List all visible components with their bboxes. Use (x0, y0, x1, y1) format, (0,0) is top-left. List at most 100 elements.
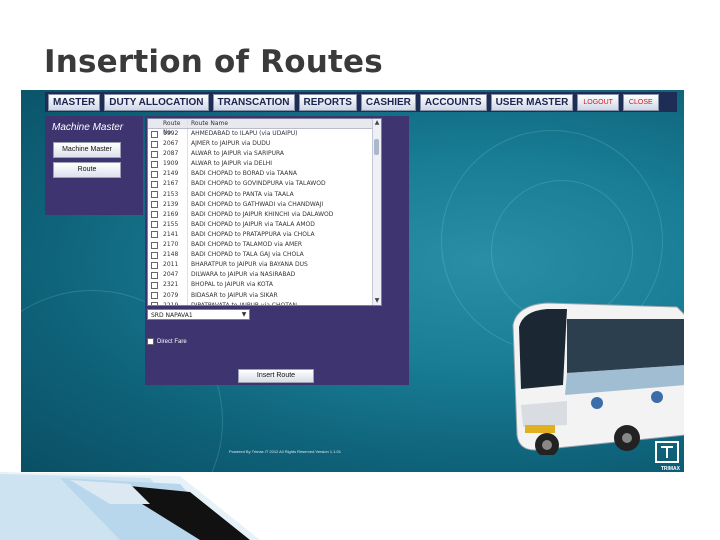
row-checkbox[interactable] (150, 241, 158, 249)
route-name-cell: ALWAR to JAIPUR via DELHI (191, 160, 273, 168)
row-check-cell (148, 270, 160, 280)
row-check-cell (148, 250, 160, 260)
table-row[interactable]: 2141 BADI CHOPAD to PRATAPPURA via CHOLA (148, 229, 381, 241)
row-checkbox[interactable] (150, 211, 158, 219)
menu-master[interactable]: MASTER (48, 93, 101, 111)
route-no-cell: 2079 (160, 290, 188, 301)
route-list: Route No Route Name 1992 AHMEDABAD to ILA… (147, 118, 382, 306)
row-check-cell (148, 149, 160, 159)
route-list-header: Route No Route Name (148, 119, 381, 136)
depot-select[interactable]: SRD NAPAVA1 ▼ (147, 309, 250, 320)
route-name-cell: BHARATPUR to JAIPUR via BAYANA DUS (191, 261, 308, 269)
table-row[interactable]: 2011 BHARATPUR to JAIPUR via BAYANA DUS (148, 260, 381, 271)
row-checkbox[interactable] (150, 271, 158, 279)
table-row[interactable]: 2153 BADI CHOPAD to PANTA via TAALA (148, 189, 381, 200)
scroll-down-icon[interactable]: ▼ (373, 297, 381, 305)
route-name-cell: BADI CHOPAD to JAIPUR KHINCHI via DALAWO… (191, 210, 334, 218)
direct-fare-row: Direct Fare (147, 338, 187, 345)
slide-title: Insertion of Routes (44, 44, 383, 80)
menu-transcation[interactable]: TRANSCATION (212, 93, 295, 111)
table-row[interactable]: 2067 AJMER to JAIPUR via DUDU (148, 139, 381, 150)
menu-cashier[interactable]: CASHIER (360, 93, 416, 111)
direct-fare-checkbox[interactable] (147, 338, 154, 345)
route-no-cell: 2087 (160, 149, 188, 160)
row-checkbox[interactable] (150, 150, 158, 158)
row-checkbox[interactable] (150, 170, 158, 178)
route-name-cell: BADI CHOPAD to GATHWADI via CHANDWAJI (191, 200, 324, 208)
route-name-cell: DIPATPAVATA to JAIPUR via CHOTAN (191, 301, 298, 306)
route-no-cell: 2155 (160, 219, 188, 230)
row-check-cell (148, 169, 160, 179)
sidebar-panel: Machine Master Machine Master Route (45, 116, 143, 215)
row-check-cell (148, 159, 160, 169)
table-row[interactable]: 2219 DIPATPAVATA to JAIPUR via CHOTAN (148, 300, 381, 306)
machine-master-button[interactable]: Machine Master (53, 142, 121, 158)
route-name-cell: DILWARA to JAIPUR via NASIRABAD (191, 271, 296, 279)
row-checkbox[interactable] (150, 130, 158, 138)
sidebar-title: Machine Master (52, 122, 124, 133)
row-check-cell (148, 179, 160, 189)
row-check-cell (148, 260, 160, 270)
row-checkbox[interactable] (150, 231, 158, 239)
menu-accounts[interactable]: ACCOUNTS (419, 93, 487, 111)
logout-button[interactable]: LOGOUT (577, 93, 619, 111)
route-no-cell: 1992 (160, 129, 188, 140)
row-checkbox[interactable] (150, 221, 158, 229)
row-checkbox[interactable] (150, 281, 158, 289)
route-name-cell: BADI CHOPAD to TALAMOD via AMER (191, 241, 303, 249)
row-checkbox[interactable] (150, 302, 158, 305)
table-row[interactable]: 1992 AHMEDABAD to ILAPU (via UDAIPU) (148, 129, 381, 140)
route-no-cell: 2321 (160, 280, 188, 291)
route-panel: Route No Route Name 1992 AHMEDABAD to ILA… (145, 116, 409, 385)
route-no-cell: 2011 (160, 260, 188, 271)
route-list-rows: 1992 AHMEDABAD to ILAPU (via UDAIPU) 2067 A… (148, 129, 381, 306)
menu-duty-allocation[interactable]: DUTY ALLOCATION (104, 93, 209, 111)
route-no-cell: 2139 (160, 199, 188, 210)
header-check-column (148, 119, 160, 128)
route-no-cell: 2167 (160, 179, 188, 190)
table-row[interactable]: 2079 BIDASAR to JAIPUR via SIKAR (148, 290, 381, 301)
route-name-cell: BIDASAR to JAIPUR via SIKAR (191, 291, 278, 299)
table-row[interactable]: 2170 BADI CHOPAD to TALAMOD via AMER (148, 240, 381, 251)
table-row[interactable]: 2087 ALWAR to JAIPUR via SARIPURA (148, 149, 381, 160)
route-no-cell: 2141 (160, 229, 188, 241)
table-row[interactable]: 2169 BADI CHOPAD to JAIPUR KHINCHI via DA… (148, 209, 381, 220)
route-no-cell: 2219 (160, 300, 188, 305)
row-checkbox[interactable] (150, 140, 158, 148)
table-row[interactable]: 1909 ALWAR to JAIPUR via DELHI (148, 159, 381, 170)
row-check-cell (148, 240, 160, 250)
route-button[interactable]: Route (53, 162, 121, 178)
table-row[interactable]: 2047 DILWARA to JAIPUR via NASIRABAD (148, 270, 381, 281)
close-button[interactable]: CLOSE (622, 93, 659, 111)
slide-decoration (0, 472, 260, 540)
row-checkbox[interactable] (150, 251, 158, 259)
insert-route-button[interactable]: Insert Route (238, 369, 314, 383)
table-row[interactable]: 2321 BHOPAL to JAIPUR via KOTA (148, 280, 381, 291)
depot-select-value: SRD NAPAVA1 (151, 312, 193, 319)
scroll-thumb[interactable] (374, 139, 379, 155)
scroll-up-icon[interactable]: ▲ (373, 119, 381, 127)
route-name-cell: AJMER to JAIPUR via DUDU (191, 140, 271, 148)
row-checkbox[interactable] (150, 292, 158, 300)
table-row[interactable]: 2139 BADI CHOPAD to GATHWADI via CHANDWAJ… (148, 199, 381, 210)
route-list-scrollbar[interactable]: ▲ ▼ (372, 119, 381, 305)
row-checkbox[interactable] (150, 261, 158, 269)
chevron-down-icon[interactable]: ▼ (240, 311, 248, 319)
row-checkbox[interactable] (150, 160, 158, 168)
table-row[interactable]: 2167 BADI CHOPAD to GOVINDPURA via TALAWO… (148, 179, 381, 190)
menu-reports[interactable]: REPORTS (298, 93, 357, 111)
column-route-no: Route No (160, 119, 188, 136)
row-check-cell (148, 139, 160, 149)
row-checkbox[interactable] (150, 181, 158, 189)
route-no-cell: 2153 (160, 189, 188, 200)
table-row[interactable]: 2155 BADI CHOPAD to JAIPUR via TAALA AMOD (148, 219, 381, 230)
table-row[interactable]: 2149 BADI CHOPAD to BORAD via TAANA (148, 169, 381, 180)
row-checkbox[interactable] (150, 201, 158, 209)
menu-bar: MASTER DUTY ALLOCATION TRANSCATION REPOR… (45, 92, 677, 112)
app-screenshot: MASTER DUTY ALLOCATION TRANSCATION REPOR… (21, 90, 684, 472)
table-row[interactable]: 2148 BADI CHOPAD to TALA GAJ via CHOLA (148, 250, 381, 261)
route-no-cell: 2149 (160, 169, 188, 180)
menu-user-master[interactable]: USER MASTER (490, 93, 574, 111)
route-name-cell: ALWAR to JAIPUR via SARIPURA (191, 150, 285, 158)
row-checkbox[interactable] (150, 191, 158, 199)
